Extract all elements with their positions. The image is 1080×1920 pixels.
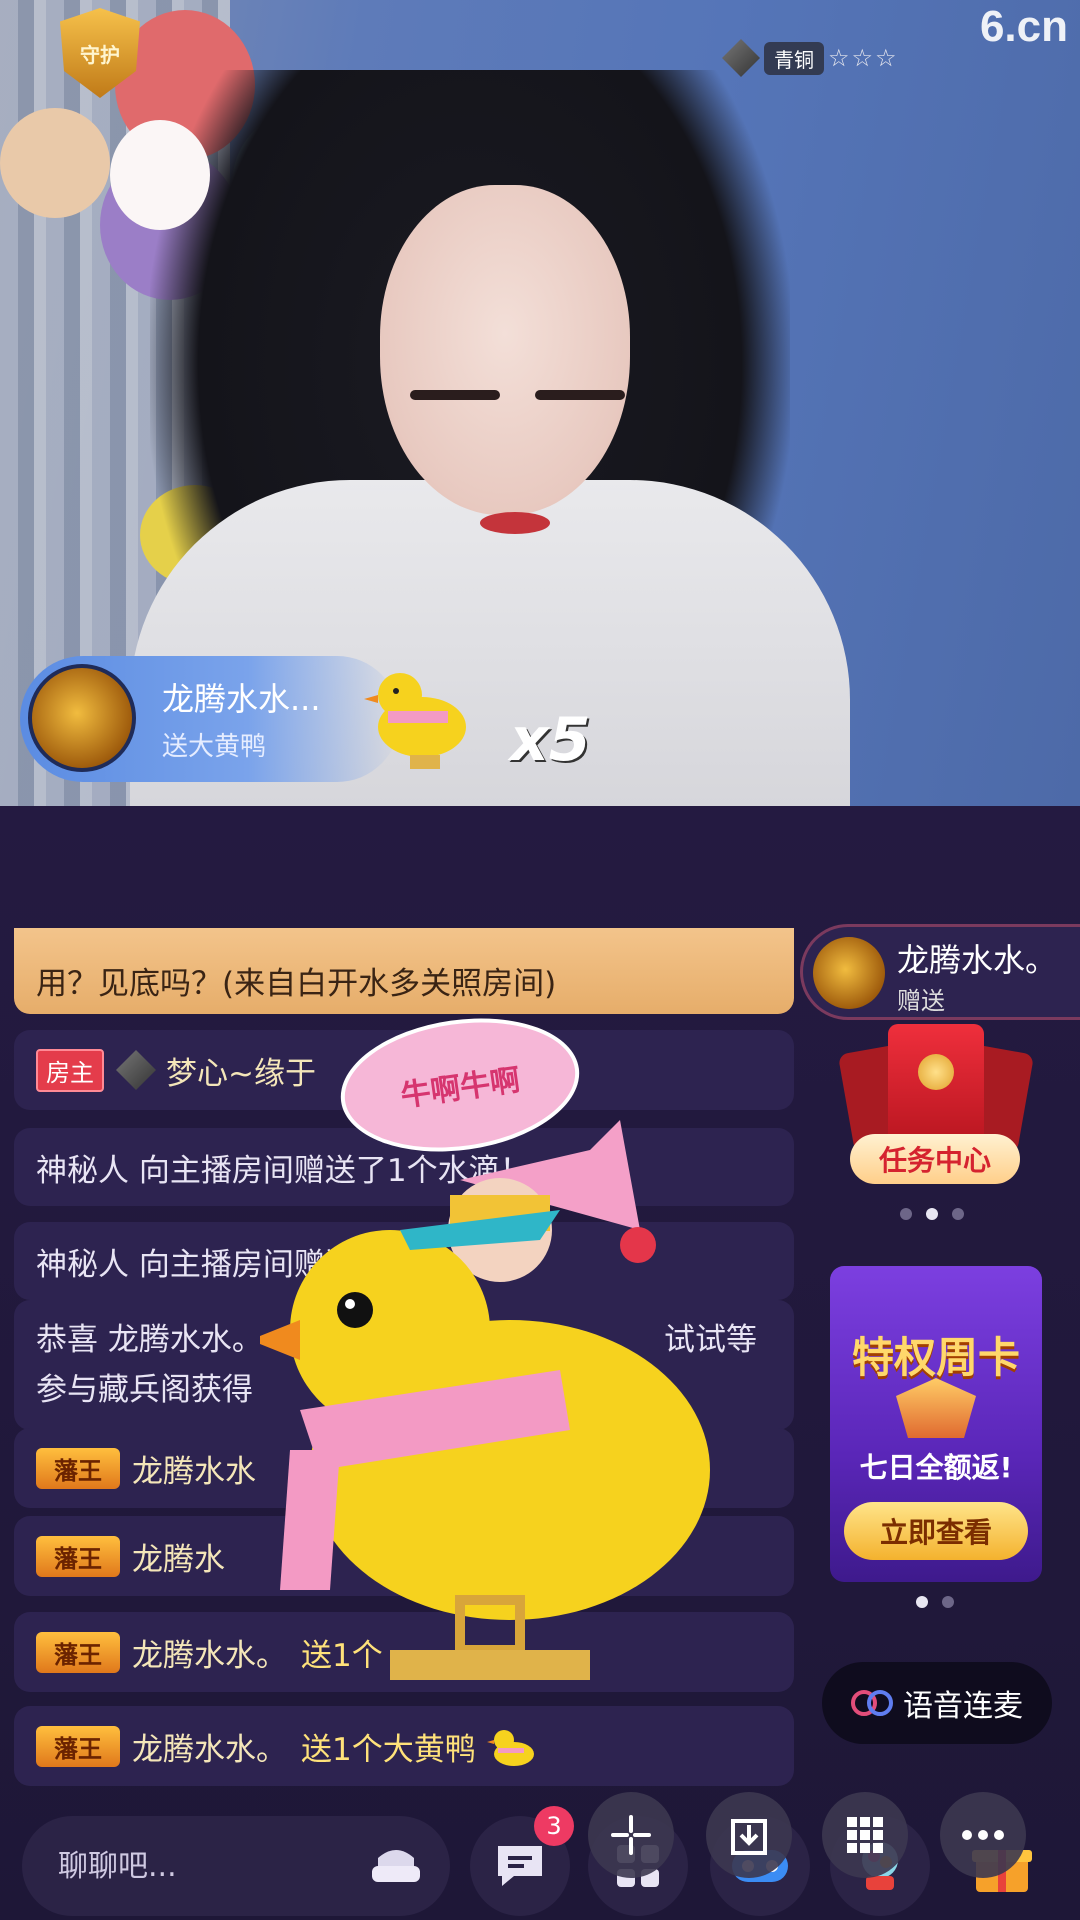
anchor-rank[interactable]: 青铜 ☆☆☆ <box>722 39 899 77</box>
streamer-face <box>380 185 630 515</box>
gift-action-text: 送大黄鸭 <box>162 732 267 762</box>
chat-username[interactable]: 龙腾水 <box>132 1534 225 1579</box>
chat-message-text: 恭喜 龙腾水水。 <box>36 1322 263 1358</box>
side-gift-notice[interactable]: 龙腾水水。 赠送 <box>800 924 1080 1020</box>
more-dots-icon <box>962 1830 1004 1840</box>
link-icon <box>851 1690 895 1716</box>
king-badge: 藩王 <box>36 1447 120 1489</box>
duck-animation-icon <box>260 1120 710 1680</box>
site-logo: 6.cn <box>979 2 1068 51</box>
carousel-dot-active[interactable] <box>926 1208 938 1220</box>
privilege-week-card[interactable]: 特权周卡 七日全额返! 立即查看 <box>830 1266 1042 1582</box>
promo-carousel-dots <box>916 1596 954 1608</box>
sofa-icon[interactable] <box>370 1844 422 1888</box>
bunny-sticker <box>110 120 210 230</box>
live-video[interactable]: 守护 6.cn 青铜 ☆☆☆ 龙腾水水... 送大黄鸭 x5 <box>0 0 1080 806</box>
message-icon <box>498 1846 542 1886</box>
eye-right <box>535 390 625 400</box>
rank-label: 青铜 <box>764 41 824 75</box>
rank-icon <box>116 1050 156 1090</box>
rank-icon <box>722 39 760 77</box>
task-carousel-dots <box>900 1208 964 1220</box>
king-badge: 藩王 <box>36 1535 120 1577</box>
voice-link-button[interactable]: 语音连麦 <box>822 1662 1052 1744</box>
chat-input[interactable] <box>58 1842 358 1890</box>
chat-username[interactable]: 龙腾水水 <box>132 1446 256 1491</box>
gift-banner[interactable]: 龙腾水水... 送大黄鸭 <box>20 656 400 782</box>
king-badge: 藩王 <box>36 1631 120 1673</box>
view-now-button[interactable]: 立即查看 <box>844 1502 1028 1560</box>
gift-sender-name: 龙腾水水... <box>162 680 321 718</box>
host-badge: 房主 <box>36 1048 104 1092</box>
message-count-badge: 3 <box>534 1806 574 1846</box>
download-icon <box>731 1819 767 1855</box>
duck-gift-icon <box>486 1730 534 1766</box>
task-center-button[interactable]: 任务中心 <box>837 1024 1035 1190</box>
duck-gift-icon <box>364 673 466 769</box>
crown-emblem-icon <box>896 1378 976 1438</box>
voice-link-label: 语音连麦 <box>903 1689 1023 1724</box>
gift-text: 送1个大黄鸭 <box>301 1731 476 1768</box>
chat-row-gift[interactable]: 藩王 龙腾水水。 送1个大黄鸭 <box>14 1706 794 1786</box>
gift-count: x5 <box>510 705 591 775</box>
coin-icon <box>918 1054 954 1090</box>
carousel-dot[interactable] <box>952 1208 964 1220</box>
task-center-label: 任务中心 <box>850 1134 1020 1184</box>
king-badge: 藩王 <box>36 1725 120 1767</box>
eye-left <box>410 390 500 400</box>
lips <box>480 512 550 534</box>
bear-sticker <box>0 108 110 218</box>
carousel-dot-active[interactable] <box>916 1596 928 1608</box>
side-gift-sender: 龙腾水水。 <box>897 941 1058 979</box>
avatar[interactable] <box>28 664 136 772</box>
side-gift-action: 赠送 <box>897 987 945 1015</box>
vip-message-text: 用？见底吗？(来自白开水多关照房间) <box>36 966 557 1002</box>
week-card-subtitle: 七日全额返! <box>859 1451 1013 1484</box>
more-button[interactable] <box>940 1792 1026 1878</box>
chat-username[interactable]: 龙腾水水。 <box>132 1724 287 1769</box>
sparkle-icon <box>611 1815 651 1855</box>
carousel-dot[interactable] <box>900 1208 912 1220</box>
download-button[interactable] <box>706 1792 792 1878</box>
share-button[interactable] <box>588 1792 674 1878</box>
vip-message[interactable]: 用？见底吗？(来自白开水多关照房间) <box>14 928 794 1014</box>
carousel-dot[interactable] <box>942 1596 954 1608</box>
menu-grid-button[interactable] <box>822 1792 908 1878</box>
chat-input-box[interactable] <box>22 1816 450 1916</box>
nine-grid-icon <box>847 1817 883 1853</box>
avatar[interactable] <box>813 937 885 1009</box>
chat-message-text-line2: 参与藏兵阁获得 <box>36 1372 253 1408</box>
week-card-title: 特权周卡 <box>851 1333 1020 1382</box>
rank-stars: ☆☆☆ <box>828 44 899 72</box>
